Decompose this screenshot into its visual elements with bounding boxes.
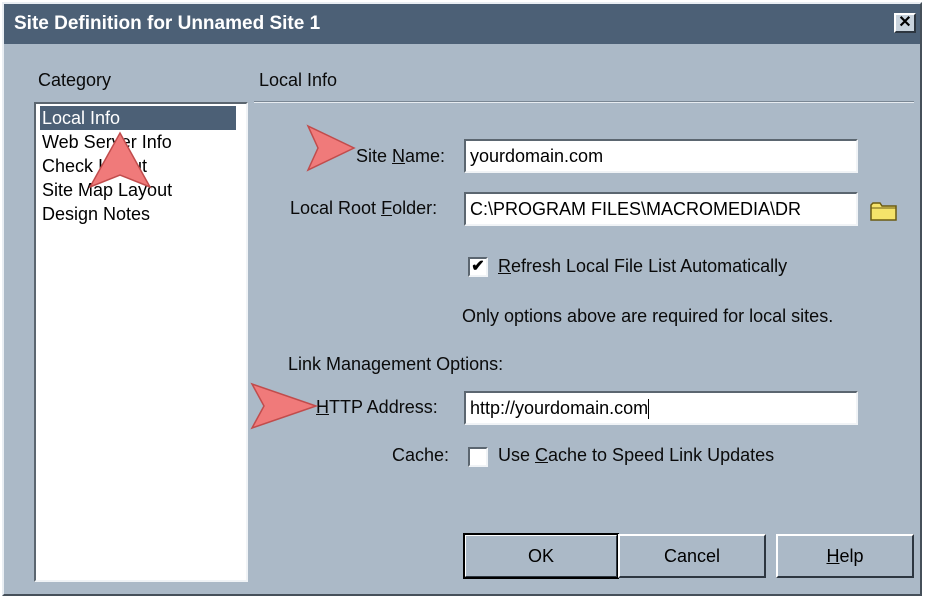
http-address-label: HTTP Address: — [316, 397, 438, 417]
panel-header: Local Info — [259, 70, 338, 90]
required-note: Only options above are required for loca… — [462, 306, 834, 326]
category-item-design-notes[interactable]: Design Notes — [40, 202, 156, 226]
local-root-folder-input[interactable]: C:\PROGRAM FILES\MACROMEDIA\DR — [464, 192, 858, 226]
title-bar[interactable]: Site Definition for Unnamed Site 1 ✕ — [4, 4, 920, 44]
close-button[interactable]: ✕ — [894, 13, 916, 33]
site-name-arrow-icon — [306, 124, 356, 172]
http-address-input[interactable]: http://yourdomain.com — [464, 391, 858, 425]
site-definition-dialog: Site Definition for Unnamed Site 1 ✕ Cat… — [2, 2, 922, 596]
window-title: Site Definition for Unnamed Site 1 — [14, 13, 321, 34]
link-management-header: Link Management Options: — [288, 354, 504, 374]
cache-checkbox[interactable] — [468, 447, 488, 467]
category-arrow-icon — [88, 131, 152, 189]
cache-label: Cache: — [392, 445, 450, 465]
folder-icon[interactable] — [870, 200, 898, 222]
close-icon: ✕ — [898, 14, 912, 31]
site-name-input[interactable]: yourdomain.com — [464, 139, 858, 173]
local-root-folder-label: Local Root Folder: — [290, 198, 438, 218]
category-header: Category — [38, 70, 112, 90]
ok-button[interactable]: OK — [463, 533, 619, 579]
help-button[interactable]: Help — [776, 534, 914, 578]
cancel-button[interactable]: Cancel — [618, 534, 766, 578]
category-item-local-info[interactable]: Local Info — [40, 106, 236, 130]
cache-option-label: Use Cache to Speed Link Updates — [498, 445, 775, 465]
refresh-label: Refresh Local File List Automatically — [498, 256, 788, 276]
http-address-arrow-icon — [250, 382, 318, 430]
site-name-label: Site Name: — [356, 146, 446, 166]
panel-separator — [254, 101, 914, 103]
refresh-checkbox[interactable]: ✔ — [468, 257, 488, 277]
